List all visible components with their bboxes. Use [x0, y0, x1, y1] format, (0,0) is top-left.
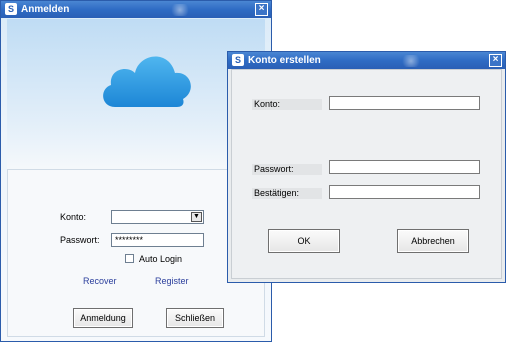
create-titlebar[interactable]: S Konto erstellen × [228, 52, 505, 69]
titlebar-sparkle [169, 4, 191, 16]
chevron-down-icon[interactable]: ▼ [191, 212, 202, 222]
titlebar-sparkle [400, 55, 422, 67]
create-password-field[interactable] [329, 160, 480, 174]
account-combo[interactable]: ▼ [111, 210, 204, 224]
close-button[interactable]: Schließen [166, 308, 224, 328]
auto-login-label: Auto Login [139, 254, 183, 264]
close-icon[interactable]: × [489, 54, 502, 67]
create-account-window: S Konto erstellen × Konto: Passwort: Bes… [227, 51, 506, 283]
ok-button[interactable]: OK [268, 229, 340, 253]
recover-link[interactable]: Recover [83, 276, 117, 286]
create-password-label: Passwort: [252, 164, 322, 175]
login-button[interactable]: Anmeldung [73, 308, 133, 328]
login-title: Anmelden [21, 4, 70, 15]
app-icon: S [5, 3, 17, 15]
register-link[interactable]: Register [155, 276, 189, 286]
create-confirm-label: Bestätigen: [252, 188, 322, 199]
password-label: Passwort: [60, 235, 100, 245]
create-account-label: Konto: [252, 99, 322, 110]
auto-login-checkbox[interactable] [125, 254, 134, 263]
app-icon: S [232, 54, 244, 66]
create-account-field[interactable] [329, 96, 480, 110]
account-label: Konto: [60, 212, 87, 222]
password-value: ******** [115, 235, 144, 245]
cancel-button[interactable]: Abbrechen [397, 229, 469, 253]
cloud-logo [103, 56, 191, 107]
close-icon[interactable]: × [255, 3, 268, 16]
login-titlebar[interactable]: S Anmelden × [1, 1, 271, 18]
create-confirm-field[interactable] [329, 185, 480, 199]
create-title: Konto erstellen [248, 55, 321, 66]
password-field[interactable]: ******** [111, 233, 204, 247]
create-form: Konto: Passwort: Bestätigen: OK Abbreche… [231, 69, 502, 279]
